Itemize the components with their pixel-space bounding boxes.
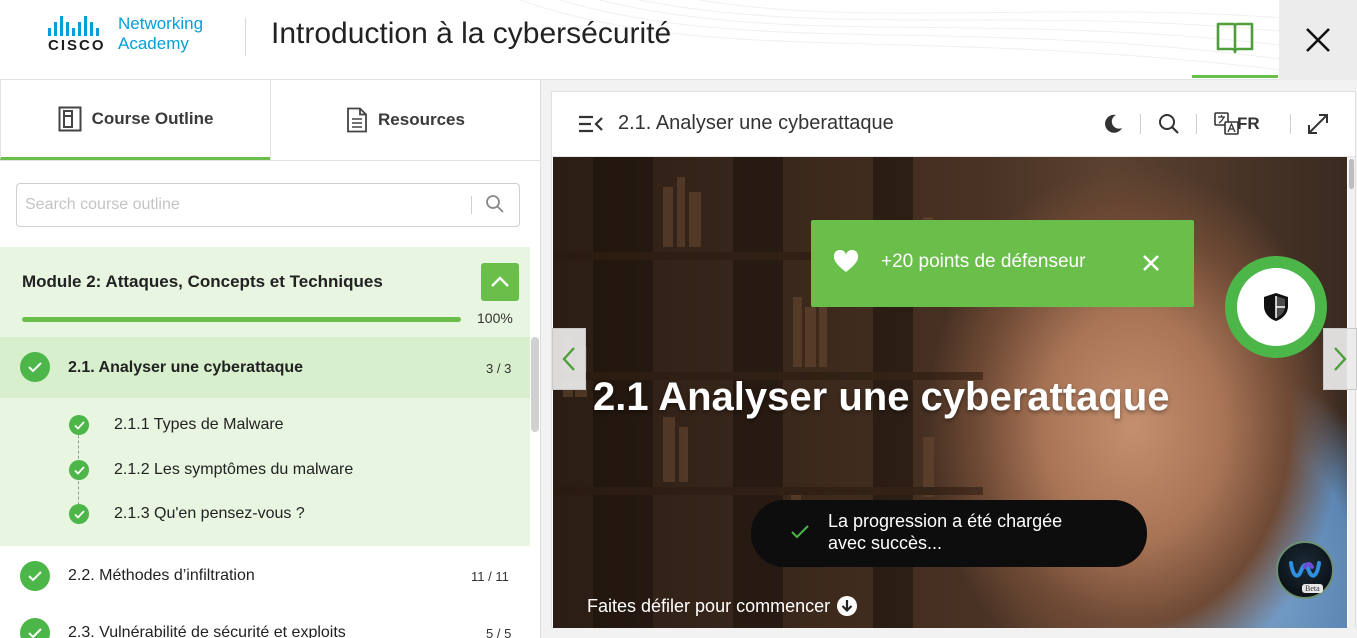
chevron-up-icon — [491, 276, 509, 287]
chevron-right-icon — [1334, 347, 1347, 371]
check-circle-icon — [69, 415, 89, 435]
sidebar-tabs: Course Outline Resources — [0, 80, 540, 161]
cisco-logo-mark: CISCO — [48, 14, 116, 54]
checkmark-icon — [791, 525, 809, 539]
defender-badge — [1225, 256, 1327, 358]
chevron-left-icon — [562, 347, 575, 371]
webex-logo-icon — [1289, 561, 1321, 578]
hero-title: 2.1 Analyser une cyberattaque — [593, 375, 1170, 419]
outline-search — [16, 183, 520, 227]
module-progress-text: 100% — [477, 310, 513, 326]
header-divider — [245, 18, 246, 56]
progress-message-line-2: avec succès... — [828, 533, 943, 553]
scroll-hint[interactable]: Faites défiler pour commencer — [587, 595, 858, 617]
header-background-pattern — [519, 0, 1357, 80]
content-title: 2.1. Analyser une cyberattaque — [618, 112, 894, 134]
outline-icon — [58, 106, 82, 131]
search-divider — [471, 196, 472, 214]
outline-item-count: 3 / 3 — [486, 361, 512, 376]
outline-subitem-2-1-1[interactable]: 2.1.1 Types de Malware — [114, 416, 284, 434]
course-title: Introduction à la cybersécurité — [271, 17, 672, 50]
check-circle-icon — [20, 561, 50, 591]
outline-item-label: 2.1. Analyser une cyberattaque — [68, 359, 304, 376]
outline-item-2-3[interactable]: 2.3. Vulnérabilité de sécurité et exploi… — [68, 624, 346, 638]
heart-icon — [833, 250, 859, 272]
course-book-button[interactable] — [1192, 0, 1278, 78]
language-code[interactable]: FR — [1237, 114, 1260, 134]
module-title: Module 2: Attaques, Concepts et Techniqu… — [22, 272, 383, 291]
app-header: CISCO Networking Academy Introduction à … — [0, 0, 1357, 80]
academy-line-2: Academy — [118, 34, 189, 53]
points-text: +20 points de défenseur — [881, 251, 1086, 272]
outline-item-count: 11 / 11 — [471, 569, 509, 584]
check-circle-icon — [20, 618, 50, 638]
toolbar-divider — [1140, 114, 1141, 134]
webex-assistant-button[interactable]: Beta — [1276, 541, 1334, 599]
outline-item-2-2[interactable]: 2.2. Méthodes d’infiltration — [68, 567, 255, 585]
outline-item-2-1[interactable]: 2.1. Analyser une cyberattaque 3 / 3 — [0, 337, 530, 398]
search-icon[interactable] — [1158, 113, 1180, 135]
academy-wordmark: Networking Academy — [118, 14, 203, 54]
next-page-button[interactable] — [1323, 328, 1357, 390]
cisco-networking-academy-logo[interactable]: CISCO Networking Academy — [48, 14, 203, 54]
module-header[interactable]: Module 2: Attaques, Concepts et Techniqu… — [0, 247, 530, 337]
progress-message: La progression a été chargée avec succès… — [828, 510, 1128, 554]
close-button[interactable] — [1279, 0, 1357, 80]
outline-subitem-2-1-2[interactable]: 2.1.2 Les symptômes du malware — [114, 461, 353, 479]
module-collapse-button[interactable] — [481, 263, 519, 301]
close-icon[interactable] — [1142, 254, 1160, 272]
check-circle-icon — [69, 504, 89, 524]
book-open-icon — [1216, 22, 1254, 53]
check-circle-icon — [20, 352, 50, 382]
cisco-bridge-icon — [48, 14, 116, 36]
sidebar-scrollbar[interactable] — [531, 337, 539, 432]
course-sidebar: Course Outline Resources Module 2: Attaq… — [0, 80, 541, 638]
close-icon — [1306, 28, 1330, 52]
outline-item-count: 5 / 5 — [486, 626, 512, 638]
shield-icon — [1264, 293, 1288, 321]
academy-line-1: Networking — [118, 14, 204, 33]
tab-resources[interactable]: Resources — [270, 80, 540, 160]
defender-badge-inner — [1237, 268, 1315, 346]
toolbar-divider — [1290, 114, 1291, 134]
beta-badge: Beta — [1302, 584, 1323, 593]
search-input[interactable] — [17, 184, 457, 226]
outline-subitem-2-1-3[interactable]: 2.1.3 Qu'en pensez-vous ? — [114, 505, 305, 523]
arrow-down-circle-icon — [837, 596, 858, 616]
tab-course-outline[interactable]: Course Outline — [0, 80, 270, 160]
fullscreen-icon[interactable] — [1307, 113, 1329, 135]
content-scrollbar[interactable] — [1348, 157, 1355, 628]
search-icon[interactable] — [485, 194, 505, 214]
previous-page-button[interactable] — [552, 328, 586, 390]
progress-message-line-1: La progression a été chargée — [828, 511, 1063, 531]
tab-resources-label: Resources — [378, 110, 465, 129]
cisco-wordmark: CISCO — [48, 37, 106, 54]
menu-collapse-icon[interactable] — [578, 115, 604, 133]
check-circle-icon — [69, 460, 89, 480]
module-progress-bar — [22, 317, 461, 322]
document-icon — [347, 107, 367, 133]
progress-loaded-notification: La progression a été chargée avec succès… — [751, 500, 1147, 567]
points-notification: +20 points de défenseur — [811, 220, 1194, 307]
content-toolbar: 2.1. Analyser une cyberattaque FR — [552, 92, 1355, 157]
toolbar-divider — [1196, 114, 1197, 134]
tab-course-outline-label: Course Outline — [91, 108, 214, 128]
scroll-hint-label: Faites défiler pour commencer — [587, 595, 831, 616]
dark-mode-icon[interactable] — [1102, 113, 1124, 135]
